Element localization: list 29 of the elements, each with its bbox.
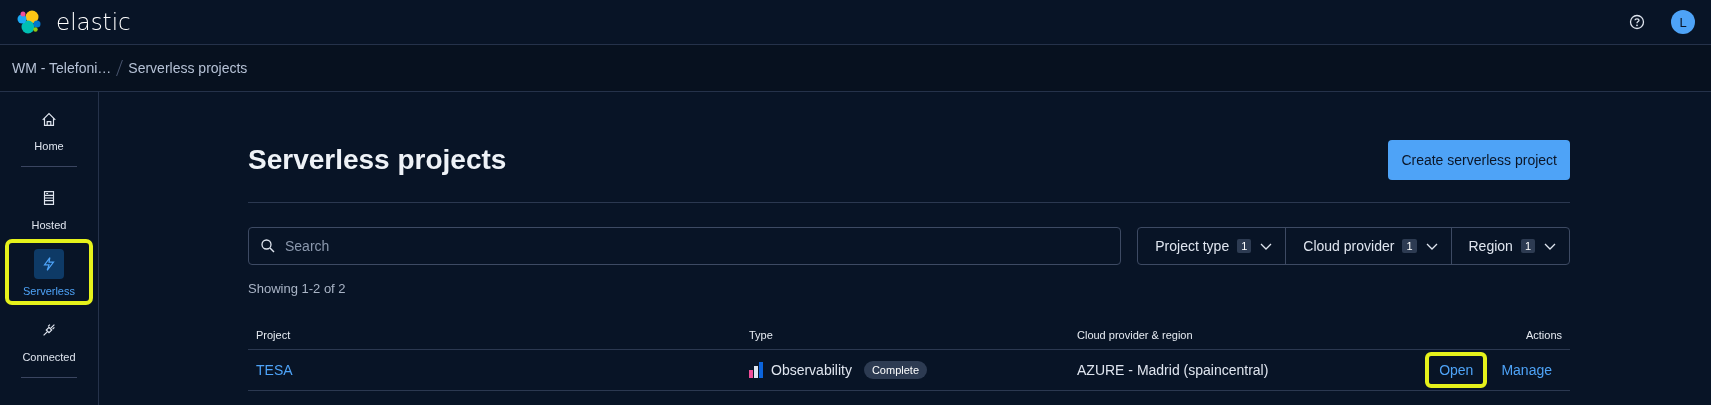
region-cell-text: AZURE - Madrid (spaincentral) xyxy=(1077,362,1270,378)
column-header: Actions xyxy=(1524,329,1562,341)
brand-name: elastic xyxy=(56,9,131,35)
user-avatar[interactable]: L xyxy=(1671,10,1695,34)
bar-chart-icon xyxy=(749,362,763,378)
sidebar-item[interactable]: Connected xyxy=(9,309,89,367)
filter-dropdown[interactable]: Project type 1 xyxy=(1138,228,1286,264)
breadcrumb[interactable]: WM - Telefoni… xyxy=(12,60,112,76)
sidebar-item[interactable]: Serverless xyxy=(9,243,89,301)
search-icon xyxy=(260,238,276,254)
breadcrumb[interactable]: Serverless projects xyxy=(128,60,248,76)
results-count: Showing 1-2 of 2 xyxy=(248,281,347,296)
sidebar-item[interactable]: Hosted xyxy=(9,177,89,235)
home-icon xyxy=(40,110,58,128)
column-header: Cloud provider & region xyxy=(1077,329,1194,341)
project-link[interactable]: TESA xyxy=(256,362,293,378)
filter-dropdown[interactable]: Region 1 xyxy=(1450,228,1569,264)
logo-icon xyxy=(16,9,42,35)
create-project-button[interactable]: Create serverless project xyxy=(1388,140,1570,180)
project-type: Observability xyxy=(771,362,852,378)
action-link[interactable]: Manage xyxy=(1491,356,1562,384)
search-field[interactable]: Search xyxy=(248,227,1122,265)
status-badge: Complete xyxy=(863,361,927,379)
column-header: Project xyxy=(256,329,292,341)
help-icon[interactable] xyxy=(1629,14,1645,30)
page-title: Serverless projects xyxy=(248,144,507,176)
column-header: Type xyxy=(749,329,774,341)
filter-dropdown[interactable]: Cloud provider 1 xyxy=(1285,228,1451,264)
sidebar-item[interactable]: Home xyxy=(9,98,89,156)
